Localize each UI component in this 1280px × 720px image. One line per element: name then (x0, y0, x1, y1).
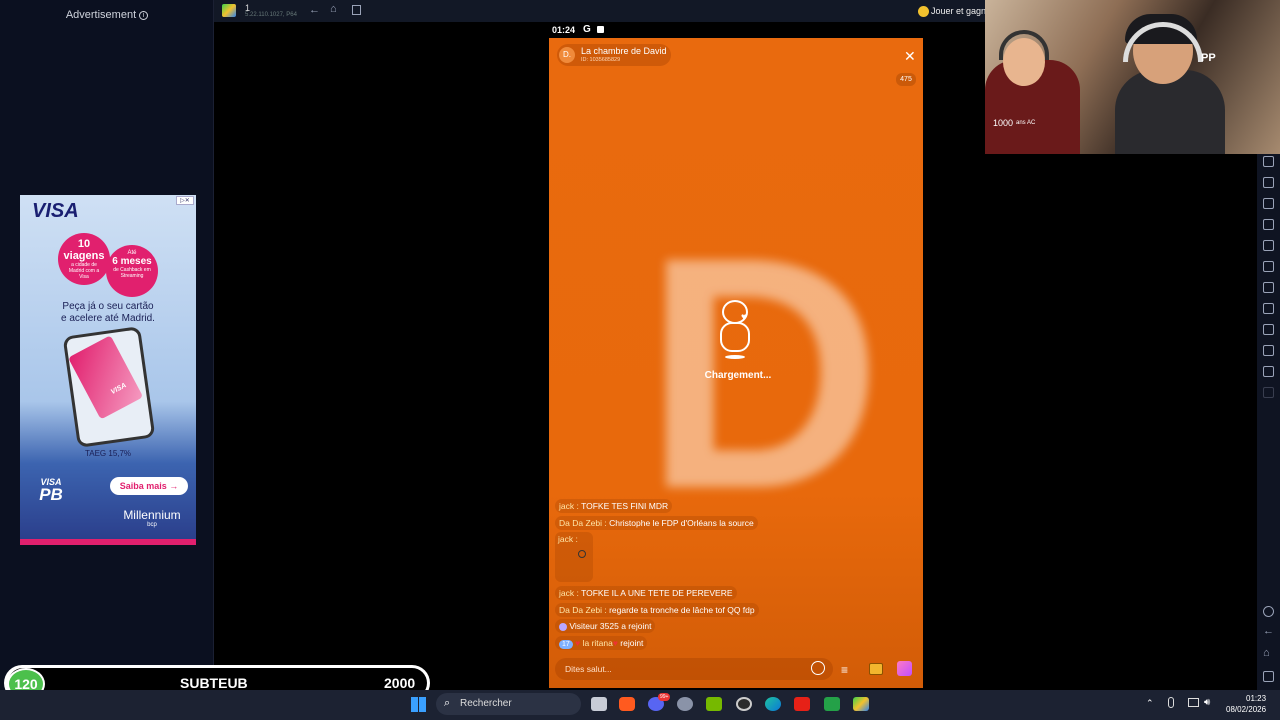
emulator-sidebar: ← ⌂ (1257, 154, 1280, 690)
saiba-mais-button[interactable]: Saiba mais → (110, 477, 188, 495)
sidebar-icon-7[interactable] (1263, 282, 1274, 293)
back-arrow-icon[interactable]: ← (1263, 625, 1274, 637)
room-title: La chambre de David (581, 46, 667, 56)
brave-icon[interactable] (619, 697, 635, 711)
image-placeholder-icon (578, 550, 586, 558)
loading-text: Chargement... (704, 370, 772, 381)
close-icon[interactable]: ✕ (904, 48, 916, 65)
volume-icon[interactable]: 🔊︎ (1204, 697, 1210, 708)
media-icon (597, 26, 604, 33)
network-icon[interactable] (1188, 698, 1199, 707)
viewer-count[interactable]: 475 (896, 73, 916, 86)
windows-start-icon[interactable] (411, 697, 426, 712)
visa-logo: VISA (32, 200, 79, 222)
sidebar-icon-11[interactable] (1263, 366, 1274, 377)
sidebar-icon-6[interactable] (1263, 261, 1274, 272)
discord-badge: 99+ (658, 693, 671, 701)
ad-taeg: TAEG 15,7% (84, 449, 132, 458)
home-icon[interactable]: ⌂ (330, 3, 337, 15)
ad-choices-icon[interactable]: ▷✕ (176, 196, 194, 205)
home-icon[interactable]: ⌂ (1263, 647, 1270, 659)
spreadsheet-icon[interactable] (824, 697, 840, 711)
promo-link[interactable]: Jouer et gagn (931, 6, 986, 16)
ad-headline: Peça já o seu cartão e acelere até Madri… (61, 301, 155, 324)
chat-message: Da Da Zebi : regarde ta tronche de lâche… (555, 603, 759, 617)
sidebar-icon-2[interactable] (1263, 177, 1274, 188)
live-room-screen: D D. La chambre de David ID: 1035685829 … (549, 38, 923, 688)
room-id: ID: 1035685829 (581, 57, 621, 63)
chat-message: jack : TOFKE IL A UNE TETE DE PEREVERE (555, 586, 737, 600)
taskbar-search[interactable]: ⌕ Rechercher (436, 693, 581, 715)
sidebar-icon-1[interactable] (1263, 156, 1274, 167)
youtube-icon[interactable] (794, 697, 810, 711)
promo-icon[interactable] (918, 6, 929, 17)
user-icon (559, 622, 567, 631)
room-avatar: D. (559, 47, 575, 63)
sidebar-icon-9[interactable] (1263, 324, 1274, 335)
webcam-overlay: 1000 ans AC PP (985, 0, 1280, 154)
promo-bubble-viagens: 10 viagens a cidade de Madrid com a Visa (58, 233, 110, 285)
sidebar-icon-10[interactable] (1263, 345, 1274, 356)
taskbar (0, 690, 1280, 720)
ad-banner[interactable]: ▷✕ VISA 10 viagens a cidade de Madrid co… (20, 195, 196, 545)
sidebar-icon-8[interactable] (1263, 303, 1274, 314)
heart-icon: ♥ (575, 638, 581, 648)
chat-message-image: jack : (555, 532, 593, 582)
heart-icon: ♥ (612, 638, 618, 648)
clock-time[interactable]: 01:23 (1246, 694, 1266, 703)
recent-apps-icon[interactable] (1263, 671, 1274, 682)
bluestacks-logo-icon (222, 4, 236, 17)
sidebar-icon-3[interactable] (1263, 198, 1274, 209)
chat-input[interactable]: Dites salut... (555, 658, 833, 680)
obs-icon[interactable] (736, 697, 752, 711)
phone-illustration: VISA (62, 326, 156, 448)
join-notice: Visiteur 3525 a rejoint (555, 619, 656, 633)
tray-chevron-icon[interactable]: ⌃ (1146, 698, 1154, 709)
gift-icon[interactable] (897, 661, 912, 676)
ad-title: Advertisement i (0, 9, 214, 21)
info-icon[interactable]: i (139, 10, 149, 20)
phone-status-bar: 01:24 G (549, 22, 923, 38)
recent-apps-icon[interactable] (352, 5, 361, 15)
status-time: 01:24 (552, 25, 576, 35)
chat-message: Da Da Zebi : Christophe le FDP d'Orléans… (555, 516, 758, 530)
background-text: PP (1201, 52, 1216, 64)
chat-message: jack : TOFKE TES FINI MDR (555, 499, 673, 513)
subteub-label: SUBTEUB (180, 675, 248, 691)
subteub-goal: 2000 (384, 675, 416, 691)
emoji-icon[interactable] (811, 661, 825, 675)
sidebar-icon-12[interactable] (1263, 387, 1274, 398)
visa-pb-logo: VISA PB (39, 477, 63, 504)
instance-version: 5.22.110.1027, P64 (245, 12, 297, 18)
google-icon: G (583, 24, 591, 35)
sidebar-icon-5[interactable] (1263, 240, 1274, 251)
back-icon[interactable]: ← (309, 4, 320, 16)
nvidia-icon[interactable] (706, 697, 722, 711)
settings-gear-icon[interactable] (677, 697, 693, 711)
headset-icon (999, 30, 1049, 60)
chest-icon[interactable] (869, 663, 883, 675)
join-notice: 17 ♥ la ritana♥ rejoint (555, 636, 648, 650)
settings-icon[interactable] (1263, 606, 1274, 617)
search-icon: ⌕ (444, 697, 451, 709)
file-explorer-icon[interactable] (591, 697, 607, 711)
card-illustration: VISA (68, 335, 144, 420)
clock-date[interactable]: 08/02/2026 (1226, 705, 1266, 714)
bluestacks-icon[interactable] (853, 697, 869, 711)
edge-icon[interactable] (765, 697, 781, 711)
loading-mascot-icon: ♥ (714, 300, 756, 362)
sidebar-icon-4[interactable] (1263, 219, 1274, 230)
room-header[interactable]: D. La chambre de David ID: 1035685829 (557, 44, 671, 66)
millennium-logo: Millennium bcp (123, 508, 181, 528)
promo-bubble-cashback: Até 6 meses de Cashback em Streaming (106, 245, 158, 297)
level-badge: 17 (559, 640, 573, 649)
menu-icon[interactable]: ≡ (841, 663, 848, 677)
microphone-icon[interactable] (1168, 697, 1174, 708)
